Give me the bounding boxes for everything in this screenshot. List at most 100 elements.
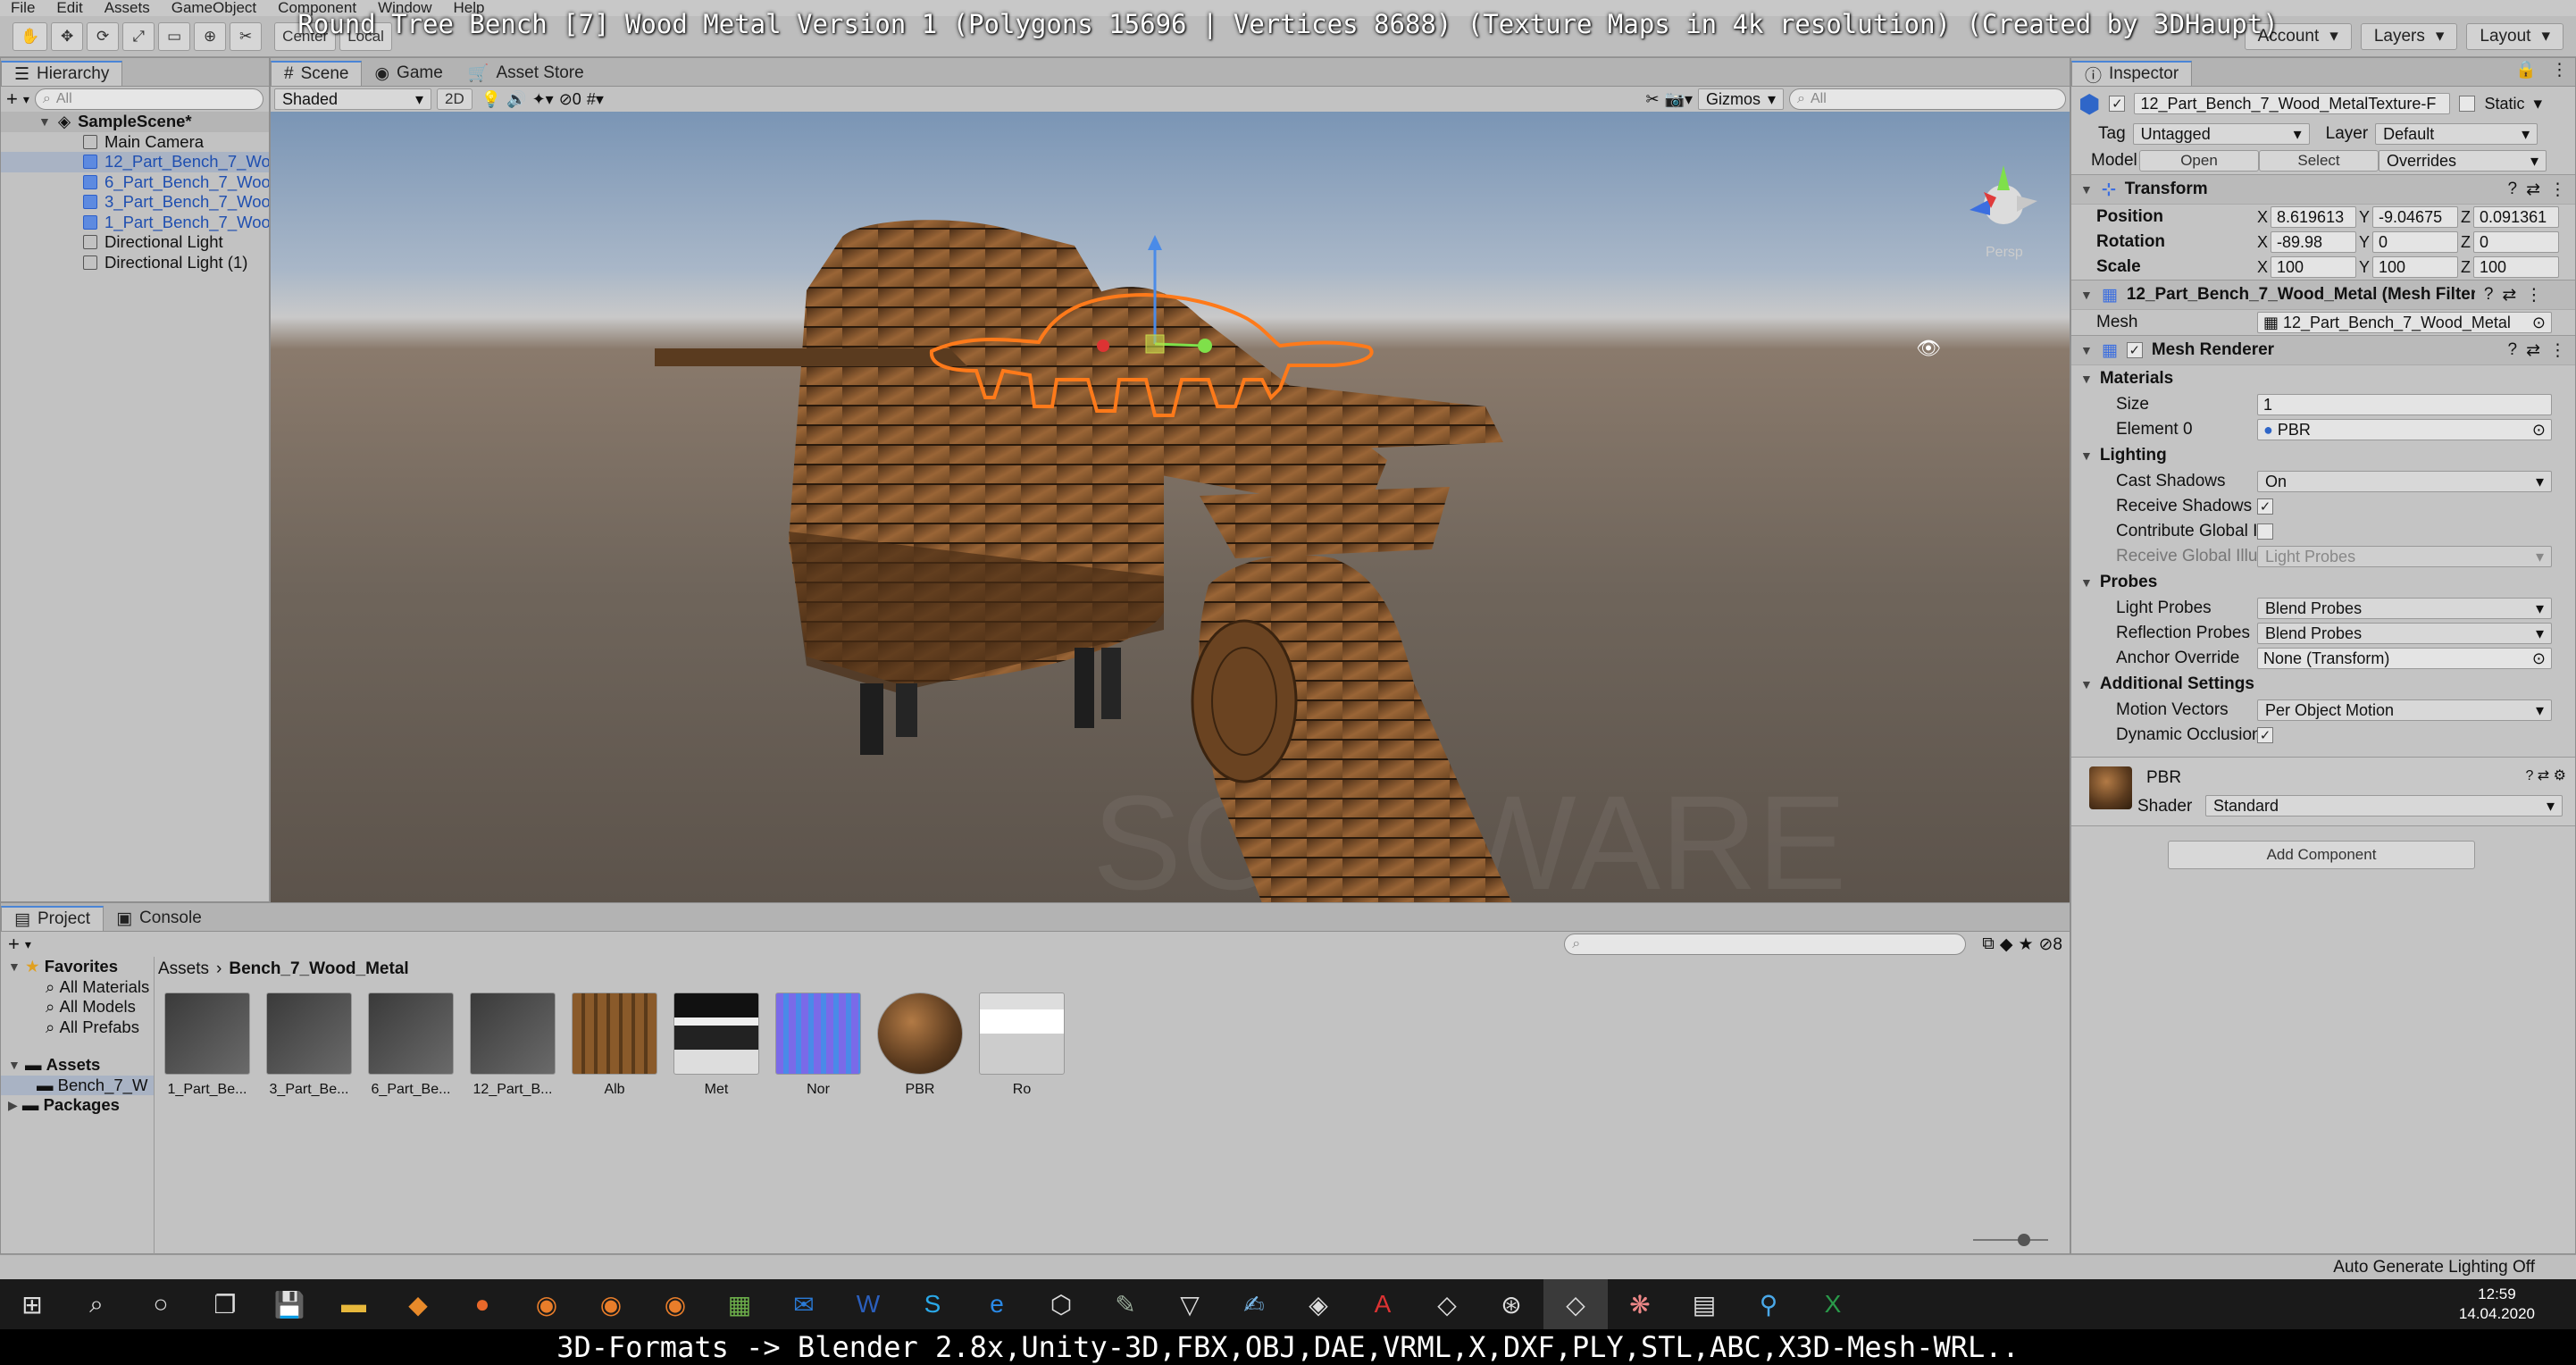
skype-icon[interactable]: S	[900, 1279, 965, 1329]
favorite-all-models[interactable]: ⌕ All Models	[1, 997, 154, 1017]
menu-file[interactable]: File	[0, 0, 46, 15]
space-toggle[interactable]: Local	[339, 21, 392, 51]
gizmos-dropdown[interactable]: Gizmos ▾	[1698, 88, 1784, 110]
pivot-toggle[interactable]: Center	[274, 21, 337, 51]
zoom-slider[interactable]	[1973, 1234, 2048, 1246]
asset-item[interactable]: Ro	[973, 992, 1071, 1098]
unity-icon[interactable]: ◇	[1415, 1279, 1479, 1329]
account-dropdown[interactable]: Account ▾	[2244, 22, 2352, 50]
active-checkbox[interactable]: ✓	[2109, 96, 2126, 112]
menu-gameobject[interactable]: GameObject	[161, 0, 267, 15]
reflection-probes-dropdown[interactable]: Blend Probes ▾	[2257, 623, 2552, 644]
breadcrumb-current[interactable]: Bench_7_Wood_Metal	[229, 959, 408, 979]
static-checkbox[interactable]	[2459, 96, 2476, 112]
transform-component-header[interactable]: ▼ ⊹ Transform ? ⇄ ⋮	[2071, 174, 2575, 205]
tools-icon[interactable]: ✂	[1645, 90, 1659, 109]
add-component-button[interactable]: Add Component	[2168, 841, 2475, 869]
scale-z-field[interactable]: 100	[2473, 256, 2560, 278]
move-tool-button[interactable]: ✥	[51, 21, 84, 51]
hidden-objects-icon[interactable]: ⊘0	[559, 90, 581, 109]
file-explorer-icon[interactable]: ▬	[322, 1279, 386, 1329]
menu-component[interactable]: Component	[267, 0, 367, 15]
excel-icon[interactable]: X	[1801, 1279, 1865, 1329]
asset-item[interactable]: Nor	[769, 992, 867, 1098]
hierarchy-item[interactable]: 3_Part_Bench_7_Woo	[1, 192, 269, 213]
more-icon[interactable]: ⋮	[2549, 340, 2575, 361]
folder-bench[interactable]: ▬ Bench_7_W	[1, 1075, 154, 1095]
firefox-icon[interactable]: ●	[450, 1279, 514, 1329]
object-picker-icon[interactable]: ⊙	[2532, 649, 2546, 668]
expand-arrow-icon[interactable]: ▼	[38, 114, 51, 129]
assets-node[interactable]: ▼ ▬ Assets	[1, 1055, 154, 1076]
favorites-node[interactable]: ▼ ★ Favorites	[1, 957, 154, 977]
favorite-all-prefabs[interactable]: ⌕ All Prefabs	[1, 1017, 154, 1038]
search-icon[interactable]: ⌕	[64, 1279, 129, 1329]
filter-type-icon[interactable]: ⧉	[1982, 934, 1995, 954]
camera-icon[interactable]: 📷▾	[1665, 90, 1693, 109]
contribute-gi-checkbox[interactable]	[2257, 523, 2273, 540]
rotation-z-field[interactable]: 0	[2473, 231, 2560, 253]
app-brain-icon[interactable]: ❋	[1608, 1279, 1672, 1329]
add-icon[interactable]: +	[6, 88, 18, 111]
asset-item[interactable]: Alb	[565, 992, 664, 1098]
asset-item[interactable]: 1_Part_Be...	[158, 992, 256, 1098]
scene-search-input[interactable]: ⌕ All	[1789, 88, 2066, 110]
effects-icon[interactable]: ✦▾	[532, 90, 554, 109]
receive-shadows-checkbox[interactable]: ✓	[2257, 498, 2273, 515]
layer-dropdown[interactable]: Default ▾	[2375, 123, 2538, 145]
more-icon[interactable]: ⋮	[2544, 60, 2575, 86]
mesh-filter-component-header[interactable]: ▼ ▦ 12_Part_Bench_7_Wood_Metal (Mesh Fil…	[2071, 280, 2575, 310]
label-icon[interactable]: ◆	[2000, 934, 2013, 955]
help-icon[interactable]: ?	[2508, 340, 2518, 360]
rect-tool-button[interactable]: ▭	[158, 21, 191, 51]
overrides-dropdown[interactable]: Overrides ▾	[2379, 150, 2547, 172]
app-flame-icon[interactable]: ◆	[386, 1279, 450, 1329]
blender-icon[interactable]: ◉	[514, 1279, 579, 1329]
object-picker-icon[interactable]: ⊙	[2532, 421, 2546, 440]
materials-foldout[interactable]: ▼ Materials	[2071, 365, 2575, 392]
scale-x-field[interactable]: 100	[2271, 256, 2357, 278]
star-icon[interactable]: ★	[2018, 934, 2033, 955]
shading-mode-dropdown[interactable]: Shaded ▾	[274, 88, 431, 110]
3d-viewer-icon[interactable]: ⬡	[1029, 1279, 1093, 1329]
position-y-field[interactable]: -9.04675	[2372, 206, 2459, 228]
menu-window[interactable]: Window	[367, 0, 442, 15]
add-icon[interactable]: +	[8, 933, 20, 956]
app-tool-icon[interactable]: ✎	[1093, 1279, 1158, 1329]
scale-tool-button[interactable]: ⤢	[122, 21, 155, 51]
chevron-down-icon[interactable]: ▾	[25, 937, 31, 952]
additional-settings-foldout[interactable]: ▼ Additional Settings	[2071, 671, 2575, 698]
grid-icon[interactable]: #▾	[587, 90, 604, 109]
mesh-renderer-enabled-checkbox[interactable]: ✓	[2126, 342, 2143, 358]
app-vector-icon[interactable]: ▽	[1158, 1279, 1222, 1329]
tab-game[interactable]: ◉ Game	[362, 61, 455, 86]
rotation-y-field[interactable]: 0	[2372, 231, 2459, 253]
asset-item[interactable]: PBR	[871, 992, 969, 1098]
steam-icon[interactable]: ⊛	[1479, 1279, 1543, 1329]
more-icon[interactable]: ⋮	[2549, 180, 2575, 200]
help-icon[interactable]: ?	[2508, 180, 2518, 199]
transform-tool-button[interactable]: ⊕	[194, 21, 227, 51]
mesh-field[interactable]: ▦ 12_Part_Bench_7_Wood_Metal ⊙	[2257, 312, 2552, 333]
edge-icon[interactable]: e	[965, 1279, 1029, 1329]
position-x-field[interactable]: 8.619613	[2271, 206, 2357, 228]
spreadsheet-app-icon[interactable]: ▦	[707, 1279, 772, 1329]
hierarchy-item[interactable]: Directional Light	[1, 232, 269, 253]
blender-icon-3[interactable]: ◉	[643, 1279, 707, 1329]
tab-scene[interactable]: # Scene	[271, 61, 363, 86]
task-view-icon[interactable]: ❐	[193, 1279, 257, 1329]
lighting-foldout[interactable]: ▼ Lighting	[2071, 442, 2575, 469]
tab-asset-store[interactable]: 🛒 Asset Store	[456, 61, 597, 86]
asset-item[interactable]: 6_Part_Be...	[362, 992, 460, 1098]
asset-item[interactable]: Met	[667, 992, 765, 1098]
dynamic-occlusion-checkbox[interactable]: ✓	[2257, 727, 2273, 743]
lighting-icon[interactable]: 💡	[481, 90, 501, 109]
help-icon[interactable]: ?	[2484, 285, 2494, 305]
favorite-all-materials[interactable]: ⌕ All Materials	[1, 977, 154, 998]
more-icon[interactable]: ⋮	[2525, 285, 2551, 306]
app-paint-icon[interactable]: ✍	[1222, 1279, 1286, 1329]
unity-active-icon[interactable]: ◇	[1543, 1279, 1608, 1329]
app-layers-icon[interactable]: ◈	[1286, 1279, 1351, 1329]
tab-console[interactable]: ▣ Console	[104, 906, 214, 931]
layers-dropdown[interactable]: Layers ▾	[2360, 22, 2458, 50]
